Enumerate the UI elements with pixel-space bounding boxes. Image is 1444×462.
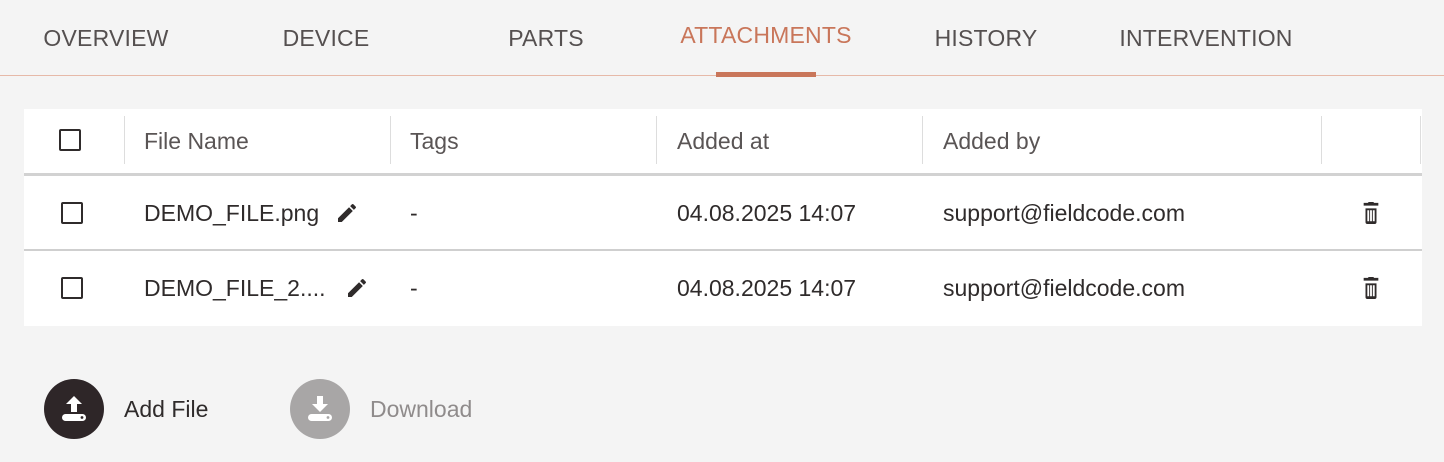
column-separator [656, 116, 657, 164]
tab-history[interactable]: HISTORY [926, 0, 1046, 76]
tab-intervention[interactable]: INTERVENTION [1116, 0, 1296, 76]
download-label: Download [370, 395, 473, 422]
column-separator [1420, 116, 1421, 164]
pencil-icon[interactable] [334, 200, 360, 226]
tab-attachments[interactable]: ATTACHMENTS [676, 0, 856, 76]
column-header-file-name[interactable]: File Name [144, 109, 249, 173]
tab-parts[interactable]: PARTS [496, 0, 596, 76]
file-name-cell: DEMO_FILE.png [144, 200, 320, 226]
column-header-tags[interactable]: Tags [410, 109, 459, 173]
row-checkbox[interactable] [61, 277, 83, 299]
attachments-table: File Name Tags Added at Added by DEMO_FI… [24, 109, 1422, 326]
row-checkbox[interactable] [61, 202, 83, 224]
table-header: File Name Tags Added at Added by [24, 109, 1422, 173]
added-by-cell: support@fieldcode.com [943, 200, 1185, 226]
column-separator [124, 116, 125, 164]
add-file-label: Add File [124, 395, 209, 422]
upload-icon [44, 379, 104, 439]
column-separator [390, 116, 391, 164]
tab-bar: OVERVIEW DEVICE PARTS ATTACHMENTS HISTOR… [0, 0, 1444, 77]
trash-icon[interactable] [1358, 200, 1384, 226]
active-tab-indicator [716, 72, 816, 77]
download-icon [290, 379, 350, 439]
table-row[interactable]: DEMO_FILE_2.... - 04.08.2025 14:07 suppo… [24, 251, 1422, 326]
tab-device[interactable]: DEVICE [276, 0, 376, 76]
table-row[interactable]: DEMO_FILE.png - 04.08.2025 14:07 support… [24, 176, 1422, 251]
attachments-page: OVERVIEW DEVICE PARTS ATTACHMENTS HISTOR… [0, 0, 1444, 462]
column-header-added-by[interactable]: Added by [943, 109, 1040, 173]
download-button[interactable]: Download [290, 379, 472, 439]
added-by-cell: support@fieldcode.com [943, 275, 1185, 301]
column-separator [1321, 116, 1322, 164]
select-all-checkbox[interactable] [59, 129, 81, 151]
tags-cell: - [410, 200, 418, 226]
trash-icon[interactable] [1358, 275, 1384, 301]
column-header-added-at[interactable]: Added at [677, 109, 769, 173]
added-at-cell: 04.08.2025 14:07 [677, 200, 857, 226]
tags-cell: - [410, 275, 418, 301]
pencil-icon[interactable] [344, 275, 370, 301]
column-separator [922, 116, 923, 164]
add-file-button[interactable]: Add File [44, 379, 208, 439]
tab-overview[interactable]: OVERVIEW [43, 0, 168, 76]
file-name-cell: DEMO_FILE_2.... [144, 275, 326, 301]
added-at-cell: 04.08.2025 14:07 [677, 275, 857, 301]
